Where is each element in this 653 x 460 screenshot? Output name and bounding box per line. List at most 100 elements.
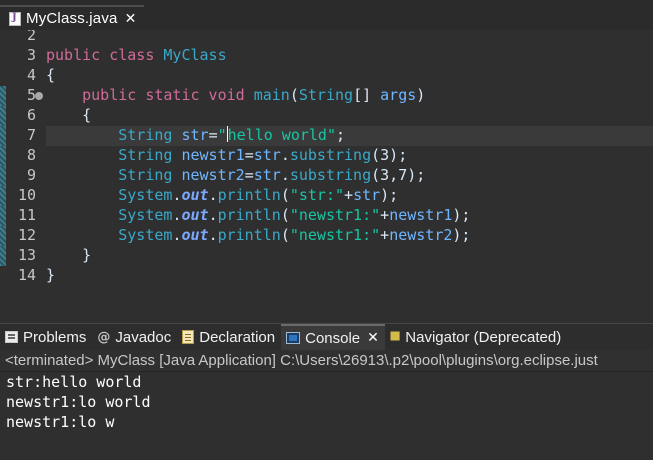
code-token: str — [181, 126, 209, 144]
close-icon[interactable]: ✕ — [125, 11, 137, 27]
code-line: } — [46, 266, 55, 286]
line-number: 13 — [17, 246, 36, 264]
code-token: + — [344, 186, 354, 204]
code-token: String — [298, 86, 354, 104]
code-line: } — [46, 246, 91, 266]
code-token: out — [181, 186, 209, 204]
code-token: "str:" — [289, 186, 345, 204]
code-token: println — [217, 226, 281, 244]
line-number: 6 — [26, 106, 36, 124]
navigator-icon: ⯀ — [389, 329, 401, 345]
line-number-gutter: 2 3 4 5 6 7 8 9 10 11 12 13 14 — [6, 30, 36, 292]
code-token: println — [217, 206, 281, 224]
console-output[interactable]: str:hello world newstr1:lo world newstr1:l… — [0, 372, 653, 460]
code-token: args — [380, 86, 417, 104]
line-number: 2 — [26, 30, 36, 44]
code-line: { — [46, 66, 55, 86]
code-token: str — [253, 166, 281, 184]
code-token: = — [244, 146, 254, 164]
code-token: . — [280, 166, 290, 184]
code-token: String — [118, 146, 173, 164]
code-token: main — [253, 86, 290, 104]
code-token: ( — [280, 206, 290, 224]
panel-separator — [0, 313, 653, 323]
code-line: { — [46, 106, 91, 126]
code-token: out — [181, 226, 209, 244]
code-token: (3); — [371, 146, 408, 164]
code-token: str — [353, 186, 381, 204]
code-token: newstr1 — [389, 206, 453, 224]
code-token: . — [208, 206, 218, 224]
console-line: str:hello world — [6, 373, 142, 391]
editor-tab-myclass[interactable]: MyClass.java ✕ — [0, 5, 144, 30]
code-token: ; — [336, 126, 346, 144]
editor-tab-bar: MyClass.java ✕ — [0, 0, 653, 30]
code-token: . — [280, 146, 290, 164]
code-token: public class — [46, 46, 164, 64]
tab-problems[interactable]: Problems — [0, 324, 92, 351]
line-number: 8 — [26, 146, 36, 164]
console-icon — [286, 332, 301, 344]
code-token: "newstr1:" — [289, 226, 381, 244]
view-tab-bar: Problems @ Javadoc Declaration Console ✕ ⯀ Navi… — [0, 323, 653, 351]
line-number: 3 — [26, 46, 36, 64]
line-number: 7 — [26, 126, 36, 144]
code-token: hello world" — [227, 126, 336, 144]
console-status: <terminated> MyClass [Java Application] … — [0, 350, 653, 372]
code-line: String newstr2=str.substring(3,7); — [46, 166, 425, 186]
code-token: ) — [416, 86, 426, 104]
line-number: 9 — [26, 166, 36, 184]
declaration-icon — [182, 330, 195, 344]
code-token: (3,7); — [371, 166, 426, 184]
code-token: = — [208, 126, 218, 144]
code-line: System.out.println("newstr1:"+newstr1); — [46, 206, 470, 226]
code-editor[interactable]: 2 3 4 5 6 7 8 9 10 11 12 13 14 public class MyClass{… — [0, 30, 653, 292]
code-token: + — [380, 206, 390, 224]
console-line: newstr1:lo world — [6, 393, 151, 411]
code-token: = — [244, 166, 254, 184]
code-token: ); — [380, 186, 399, 204]
fold-marker-icon[interactable] — [35, 92, 43, 100]
code-token: } — [46, 246, 92, 264]
tab-declaration[interactable]: Declaration — [177, 324, 281, 351]
code-token: ( — [280, 186, 290, 204]
code-line: String str="hello world"; — [46, 126, 345, 146]
code-token: ); — [452, 206, 471, 224]
close-icon[interactable]: ✕ — [367, 330, 379, 346]
code-token: [] — [353, 86, 381, 104]
code-token: public static void — [82, 86, 254, 104]
code-token: { — [46, 66, 56, 84]
code-token: newstr2 — [389, 226, 453, 244]
line-number: 4 — [26, 66, 36, 84]
code-token: System — [118, 226, 173, 244]
tab-label: Console — [305, 329, 361, 347]
tab-navigator[interactable]: ⯀ Navigator (Deprecated) — [385, 324, 567, 351]
tab-console[interactable]: Console ✕ — [281, 323, 385, 351]
javadoc-icon: @ — [97, 329, 111, 345]
code-token: ( — [289, 86, 299, 104]
tab-javadoc[interactable]: @ Javadoc — [92, 324, 177, 351]
code-token: System — [118, 206, 173, 224]
line-number: 14 — [17, 266, 36, 284]
code-token: } — [46, 266, 56, 284]
code-token: . — [208, 226, 218, 244]
tab-label: Declaration — [199, 328, 276, 346]
code-line: public class MyClass — [46, 46, 227, 66]
code-token: System — [118, 186, 173, 204]
line-number: 12 — [17, 226, 36, 244]
java-file-icon — [9, 11, 21, 26]
code-line: String newstr1=str.substring(3); — [46, 146, 407, 166]
code-token: out — [181, 206, 209, 224]
code-token: String — [118, 126, 173, 144]
tab-label: Navigator (Deprecated) — [405, 328, 562, 346]
code-token: newstr1 — [181, 146, 245, 164]
code-token: "newstr1:" — [289, 206, 381, 224]
editor-tab-title: MyClass.java — [26, 10, 118, 27]
line-number: 10 — [17, 186, 36, 204]
